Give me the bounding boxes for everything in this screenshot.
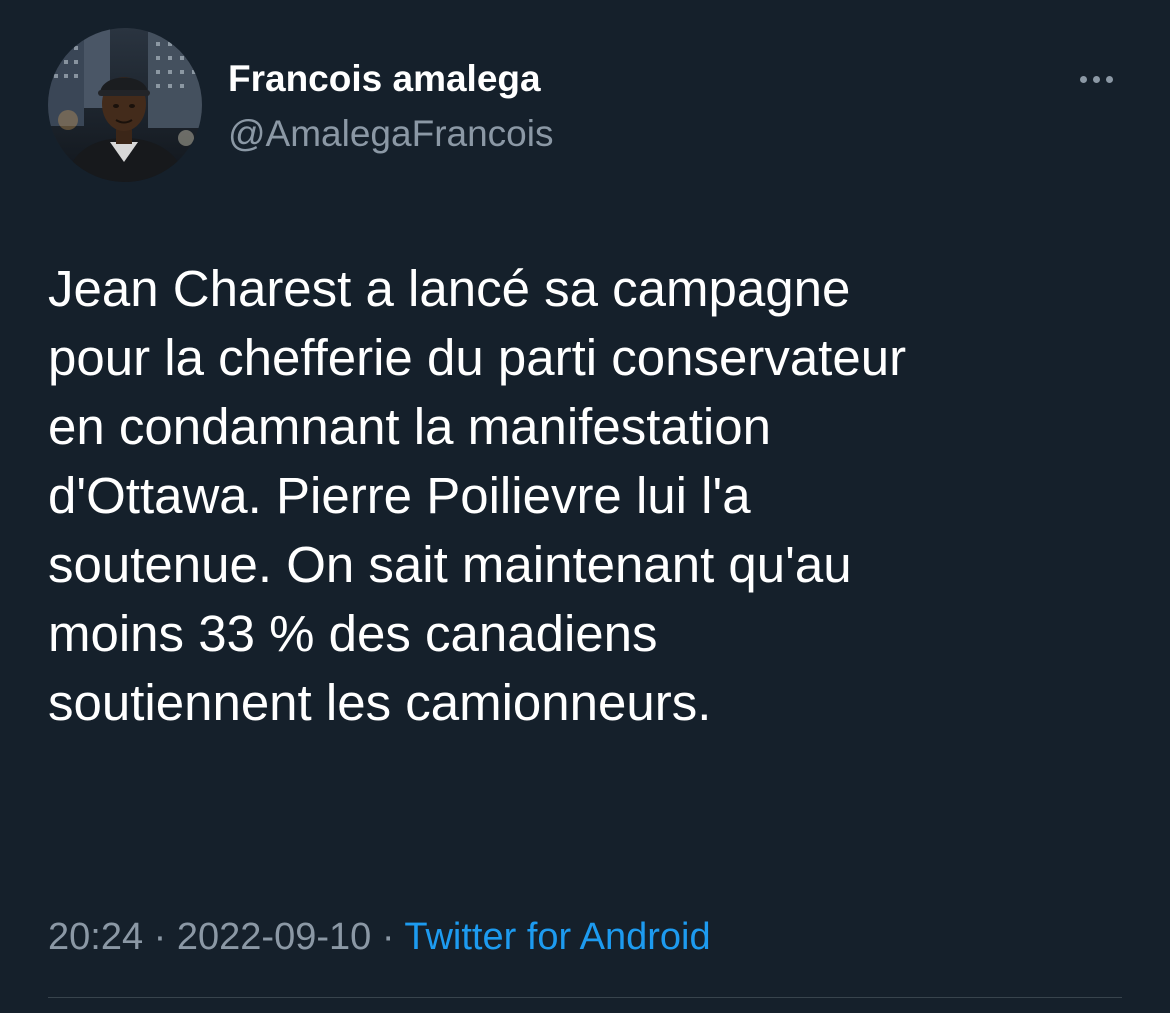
divider (48, 997, 1122, 998)
tweet-time[interactable]: 20:24 (48, 916, 143, 958)
more-horizontal-icon-dot (1105, 75, 1113, 83)
author-handle[interactable]: @AmalegaFrancois (228, 111, 553, 157)
meta-separator: · (381, 916, 395, 958)
tweet-text: Jean Charest a lancé sa campagne pour la… (48, 260, 907, 731)
tweet-source-link[interactable]: Twitter for Android (404, 916, 710, 958)
more-options-button[interactable] (1068, 62, 1124, 96)
author-display-name[interactable]: Francois amalega (228, 56, 541, 102)
tweet-meta: 20:24 · 2022-09-10 · Twitter for Android (48, 913, 711, 961)
avatar[interactable] (48, 28, 202, 182)
more-horizontal-icon-dot (1092, 75, 1100, 83)
tweet-card: Francois amalega @AmalegaFrancois Jean C… (0, 0, 1170, 1013)
meta-separator: · (153, 916, 167, 958)
tweet-date[interactable]: 2022-09-10 (177, 916, 371, 958)
more-horizontal-icon (1079, 75, 1087, 83)
profile-photo-icon (48, 28, 202, 182)
